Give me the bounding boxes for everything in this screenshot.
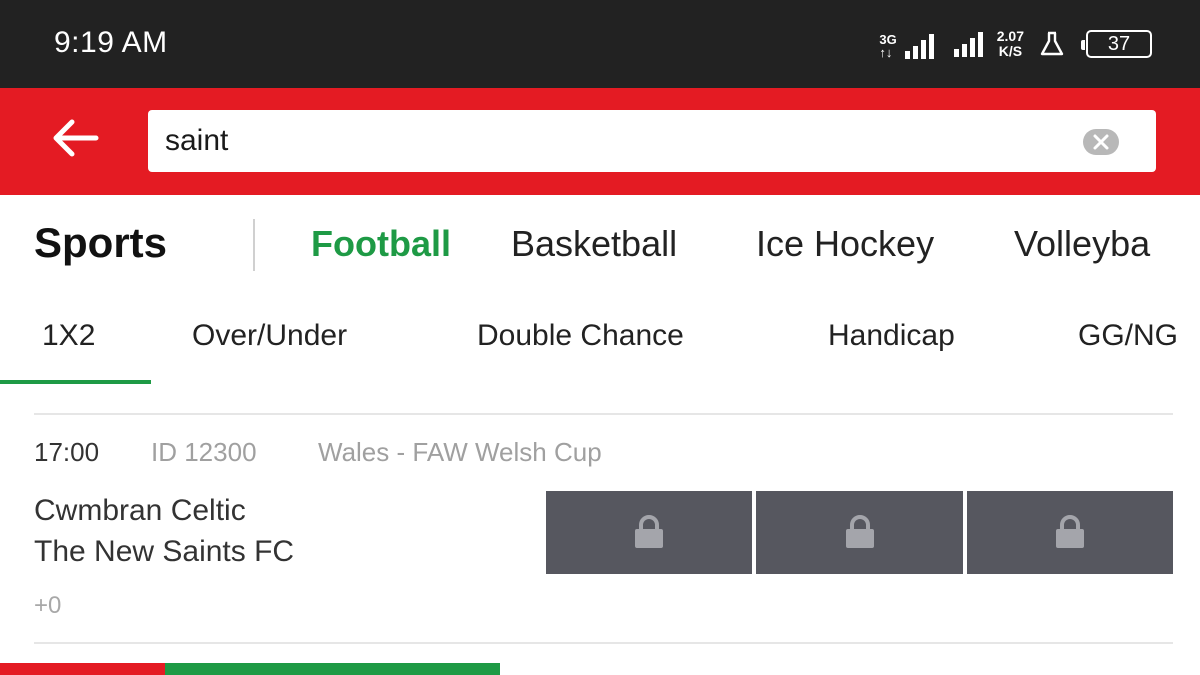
network-speed-value: 2.07 (996, 28, 1024, 44)
sports-tabs: Sports Football Basketball Ice Hockey Vo… (0, 195, 1200, 295)
tab-double-chance[interactable]: Double Chance (477, 319, 684, 353)
odds-button-away[interactable] (967, 491, 1173, 574)
network-speed: 2.07 K/S (997, 29, 1024, 59)
divider (34, 413, 1173, 415)
lock-icon (845, 515, 874, 548)
divider (253, 219, 255, 271)
network-speed-unit: K/S (998, 43, 1023, 59)
best-odds-badge (165, 663, 500, 675)
sports-title: Sports (34, 219, 168, 266)
market-tabs: 1X2 Over/Under Double Chance Handicap GG… (0, 295, 1200, 385)
tab-volleyball[interactable]: Volleyba (1014, 223, 1150, 265)
home-team: Cwmbran Celtic (34, 494, 246, 527)
status-bar: 9:19 AM 3G ↑↓ 2.07 K/S 37 (0, 0, 1200, 88)
arrow-left-icon[interactable] (50, 118, 100, 158)
status-icons: 3G ↑↓ 2.07 K/S 37 (879, 26, 1152, 62)
tab-ice-hockey[interactable]: Ice Hockey (756, 223, 934, 265)
odds-button-draw[interactable] (756, 491, 963, 574)
more-markets-count[interactable]: +0 (34, 592, 61, 620)
lock-icon (635, 515, 663, 548)
active-tab-indicator (0, 380, 151, 384)
signal-3g-icon: 3G ↑↓ (879, 29, 934, 60)
tab-football[interactable]: Football (311, 223, 451, 265)
search-header (0, 88, 1200, 195)
tab-over-under[interactable]: Over/Under (192, 319, 347, 353)
battery-level: 37 (1107, 32, 1131, 55)
event-id: ID 12300 (151, 437, 257, 467)
lock-icon (1056, 515, 1084, 548)
battery-icon: 37 (1081, 30, 1152, 58)
tab-gg-ng[interactable]: GG/NG (1078, 319, 1178, 353)
tab-handicap[interactable]: Handicap (828, 319, 955, 353)
odds-button-home[interactable] (546, 491, 752, 574)
clear-circle-icon[interactable] (1083, 129, 1119, 155)
search-box (148, 110, 1156, 172)
signal-icon (953, 31, 983, 57)
clock: 9:19 AM (54, 26, 168, 59)
search-input[interactable] (165, 110, 1065, 172)
event-time: 17:00 (34, 437, 100, 467)
hot-badge (0, 663, 165, 675)
away-team: The New Saints FC (34, 535, 295, 568)
lab-flask-icon (1040, 31, 1064, 56)
tab-1x2[interactable]: 1X2 (42, 319, 95, 353)
tab-basketball[interactable]: Basketball (511, 223, 677, 265)
divider (34, 642, 1173, 644)
network-activity-label: ↑↓ (879, 45, 893, 60)
event-league: Wales - FAW Welsh Cup (318, 437, 602, 467)
